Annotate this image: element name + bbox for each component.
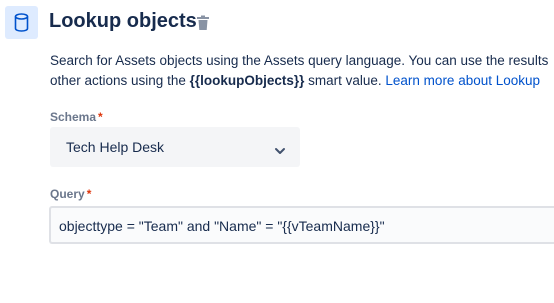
query-label: Query * <box>50 187 91 201</box>
description-line-1: Search for Assets objects using the Asse… <box>50 53 549 68</box>
schema-select-value: Tech Help Desk <box>66 139 165 155</box>
query-label-text: Query <box>50 187 85 201</box>
description-text-post: smart value. <box>304 73 386 88</box>
chevron-down-icon <box>274 142 286 160</box>
schema-label: Schema * <box>50 110 103 124</box>
schema-label-text: Schema <box>50 110 97 124</box>
trash-icon[interactable] <box>196 15 210 31</box>
query-input-value: objecttype = "Team" and "Name" = "{{vTea… <box>59 218 385 234</box>
schema-select[interactable]: Tech Help Desk <box>50 127 300 167</box>
database-icon <box>5 6 38 39</box>
smart-value: {{lookupObjects}} <box>189 73 305 88</box>
learn-more-link[interactable]: Learn more about Lookup <box>385 73 540 88</box>
description-line-2: other actions using the {{lookupObjects}… <box>50 71 554 91</box>
page-title: Lookup objects <box>49 10 197 32</box>
query-input[interactable]: objecttype = "Team" and "Name" = "{{vTea… <box>49 206 554 244</box>
required-marker: * <box>98 110 103 124</box>
required-marker: * <box>86 187 92 201</box>
description-text: other actions using the <box>50 73 190 88</box>
description: Search for Assets objects using the Asse… <box>50 51 554 91</box>
